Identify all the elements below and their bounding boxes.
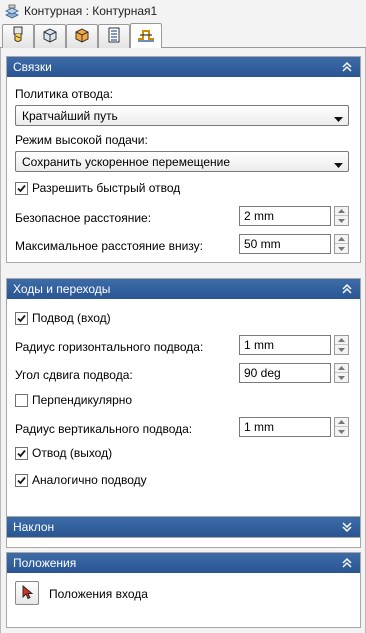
safe-distance-spinner[interactable]: [334, 206, 349, 226]
same-as-lead-in-checkbox[interactable]: Аналогично подводу: [15, 473, 147, 487]
sweep-angle-label: Угол сдвига подвода:: [15, 368, 133, 382]
perpendicular-label: Перпендикулярно: [32, 393, 133, 407]
properties-content: Связки Политика отвода: Кратчайший путь …: [0, 48, 366, 633]
leads-panel: Ходы и переходы Подвод (вход) Радиус гор…: [6, 278, 361, 548]
spin-up-icon[interactable]: [335, 418, 348, 427]
sweep-angle-value: 90 deg: [244, 366, 281, 380]
tab-strip: [0, 22, 366, 48]
horiz-radius-label: Радиус горизонтального подвода:: [15, 340, 204, 354]
collapse-chevron-icon[interactable]: [340, 282, 354, 296]
max-stay-down-label: Максимальное расстояние внизу:: [15, 239, 204, 253]
stock-icon: [73, 26, 91, 47]
leads-panel-header[interactable]: Ходы и переходы: [7, 279, 360, 299]
high-feed-label: Режим высокой подачи:: [15, 133, 148, 147]
retract-policy-select[interactable]: Кратчайший путь: [15, 105, 349, 126]
checkbox-unchecked-icon: [15, 393, 28, 407]
collapse-chevron-icon[interactable]: [340, 556, 354, 570]
heights-icon: [106, 26, 122, 47]
perpendicular-checkbox[interactable]: Перпендикулярно: [15, 393, 132, 407]
max-stay-down-value: 50 mm: [244, 237, 281, 251]
spin-up-icon[interactable]: [335, 336, 348, 345]
high-feed-value: Сохранить ускоренное перемещение: [22, 154, 231, 169]
spin-down-icon[interactable]: [335, 244, 348, 253]
positions-panel: Положения Положения входа: [6, 552, 361, 628]
links-panel: Связки Политика отвода: Кратчайший путь …: [6, 56, 361, 263]
retract-policy-value: Кратчайший путь: [22, 108, 118, 123]
allow-rapid-retract-checkbox[interactable]: Разрешить быстрый отвод: [15, 181, 180, 195]
max-stay-down-input[interactable]: 50 mm: [239, 234, 331, 254]
spin-down-icon[interactable]: [335, 427, 348, 436]
max-stay-down-spinner[interactable]: [334, 234, 349, 254]
positions-panel-title: Положения: [13, 556, 77, 570]
tool-icon: [10, 26, 26, 47]
dropdown-arrow-icon: [334, 158, 343, 172]
dropdown-arrow-icon: [334, 112, 343, 126]
safe-distance-value: 2 mm: [244, 209, 274, 223]
ramp-panel: Наклон: [6, 516, 361, 538]
lead-in-label: Подвод (вход): [32, 311, 111, 325]
allow-rapid-retract-label: Разрешить быстрый отвод: [32, 181, 181, 195]
ramp-panel-header[interactable]: Наклон: [7, 517, 360, 537]
safe-distance-label: Безопасное расстояние:: [15, 211, 152, 225]
expand-chevron-icon[interactable]: [340, 520, 354, 534]
checkbox-checked-icon: [15, 181, 28, 195]
spin-up-icon[interactable]: [335, 364, 348, 373]
vert-radius-label: Радиус вертикального подвода:: [15, 422, 193, 436]
sweep-angle-spinner[interactable]: [334, 363, 349, 383]
horiz-radius-spinner[interactable]: [334, 335, 349, 355]
tab-tool[interactable]: [2, 24, 34, 48]
cursor-arrow-icon: [19, 584, 35, 603]
safe-distance-input[interactable]: 2 mm: [239, 206, 331, 226]
lead-out-label: Отвод (выход): [32, 446, 113, 460]
leads-panel-title: Ходы и переходы: [13, 282, 111, 296]
contour-operation-icon: [4, 3, 20, 19]
tab-holder[interactable]: [34, 24, 66, 48]
sweep-angle-input[interactable]: 90 deg: [239, 363, 331, 383]
links-panel-header[interactable]: Связки: [7, 57, 360, 77]
tab-linking[interactable]: [130, 23, 162, 48]
entry-positions-select-button[interactable]: [15, 581, 39, 605]
checkbox-checked-icon: [15, 311, 28, 325]
vert-radius-spinner[interactable]: [334, 417, 349, 437]
holder-icon: [41, 26, 59, 47]
spin-up-icon[interactable]: [335, 207, 348, 216]
ramp-panel-title: Наклон: [13, 520, 55, 534]
entry-positions-label: Положения входа: [49, 587, 148, 601]
links-panel-title: Связки: [13, 60, 52, 74]
high-feed-select[interactable]: Сохранить ускоренное перемещение: [15, 151, 349, 172]
collapse-chevron-icon[interactable]: [340, 60, 354, 74]
window-titlebar: Контурная : Контурная1: [0, 0, 366, 22]
checkbox-checked-icon: [15, 446, 28, 460]
positions-panel-header[interactable]: Положения: [7, 553, 360, 573]
spin-down-icon[interactable]: [335, 216, 348, 225]
same-as-lead-in-label: Аналогично подводу: [32, 473, 147, 487]
linking-icon: [136, 26, 156, 47]
horiz-radius-input[interactable]: 1 mm: [239, 335, 331, 355]
vert-radius-value: 1 mm: [244, 420, 274, 434]
spin-down-icon[interactable]: [335, 373, 348, 382]
horiz-radius-value: 1 mm: [244, 338, 274, 352]
retract-policy-label: Политика отвода:: [15, 87, 114, 101]
lead-out-checkbox[interactable]: Отвод (выход): [15, 446, 112, 460]
spin-down-icon[interactable]: [335, 345, 348, 354]
tab-heights[interactable]: [98, 24, 130, 48]
window-title: Контурная : Контурная1: [24, 4, 158, 18]
vert-radius-input[interactable]: 1 mm: [239, 417, 331, 437]
tab-stock[interactable]: [66, 24, 98, 48]
spin-up-icon[interactable]: [335, 235, 348, 244]
checkbox-checked-icon: [15, 473, 28, 487]
lead-in-checkbox[interactable]: Подвод (вход): [15, 311, 111, 325]
